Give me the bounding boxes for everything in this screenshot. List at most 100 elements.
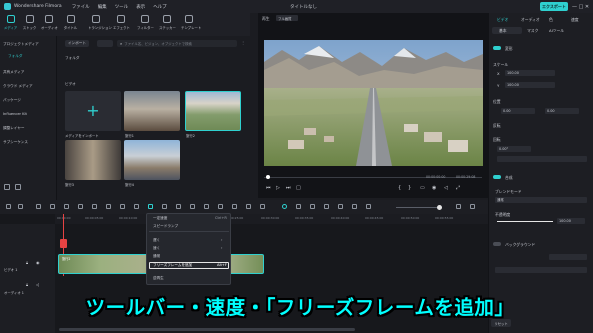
display-icon[interactable]: ▭ <box>420 185 425 191</box>
sidebar-item-adjustment-layer[interactable]: 調整レイヤー <box>3 124 55 132</box>
track-eye-icon[interactable]: ◉ <box>36 260 40 265</box>
voice-icon[interactable] <box>232 204 237 209</box>
scrubber-handle[interactable] <box>266 175 270 179</box>
mask-icon[interactable] <box>176 204 181 209</box>
zoom-slider[interactable] <box>396 207 442 208</box>
tool-media[interactable]: メディア <box>3 15 18 31</box>
sidebar-item-project-media[interactable]: プロジェクトメディア <box>3 40 55 48</box>
tab-speed[interactable]: 速度 <box>571 17 579 23</box>
subtab-basic[interactable]: 基本 <box>499 28 507 34</box>
play-icon[interactable]: ▷ <box>276 185 280 191</box>
sidebar-item-influencer-kit[interactable]: Influencer Kit <box>3 110 55 118</box>
tab-audio[interactable]: オーディオ <box>521 17 540 23</box>
audio-lock-icon[interactable]: 🔒︎ <box>26 282 28 287</box>
scale-y-input[interactable]: 100.00 <box>505 82 555 88</box>
audio-mute-icon[interactable]: ◁ <box>36 282 39 287</box>
quality-dropdown[interactable]: フル画質 <box>276 15 298 21</box>
playhead-marker[interactable] <box>60 239 67 248</box>
menu-view[interactable]: 表示 <box>136 4 145 10</box>
more-icon[interactable]: ⋮ <box>241 40 246 47</box>
audio-mix-icon[interactable] <box>352 204 357 209</box>
blend-mode-select[interactable]: 通常 <box>495 197 587 203</box>
tool-titles[interactable]: タイトル <box>63 15 78 31</box>
tool-templates[interactable]: テンプレート <box>181 15 201 31</box>
volume-icon[interactable]: ◁ <box>444 185 448 191</box>
menu-tools[interactable]: ツール <box>115 4 129 10</box>
delete-icon[interactable] <box>64 204 69 209</box>
sidebar-item-cloud-media[interactable]: クラウド メディア <box>3 82 55 90</box>
menu-item-constant-speed[interactable]: 一定速度 <box>153 216 167 221</box>
zoom-fit-icon[interactable] <box>456 204 461 209</box>
sidebar-item-subsequence[interactable]: サブシーケンス <box>3 138 55 146</box>
sidebar-item-folder[interactable]: フォルダ <box>8 52 60 60</box>
undo-icon[interactable] <box>36 204 41 209</box>
track-lock-icon[interactable]: 🔒︎ <box>26 260 28 265</box>
menu-item-speed-ramp[interactable]: スピードランプ <box>153 224 178 229</box>
video-preview-frame[interactable] <box>264 40 483 166</box>
speed-icon[interactable] <box>148 204 153 209</box>
import-folder-icon[interactable] <box>15 184 21 190</box>
split-icon[interactable] <box>78 204 83 209</box>
tool-effects[interactable]: エフェクト <box>113 15 130 31</box>
prev-frame-icon[interactable]: ⏮ <box>266 185 271 191</box>
compose-toggle[interactable] <box>493 175 501 179</box>
render-icon[interactable] <box>282 204 287 209</box>
menu-item-normal[interactable]: 通常 <box>153 254 160 259</box>
text-icon[interactable] <box>106 204 111 209</box>
redo-icon[interactable] <box>50 204 55 209</box>
grid-icon[interactable] <box>470 204 475 209</box>
timeline-ruler[interactable]: 00:00:00 00:00:05:00 00:00:10:00 00:00:1… <box>55 214 488 224</box>
flip-buttons[interactable] <box>497 156 587 162</box>
keyframe-icon[interactable] <box>190 204 195 209</box>
opacity-input[interactable]: 100.00 <box>557 218 585 224</box>
tool-audio[interactable]: オーディオ <box>41 15 58 31</box>
menu-item-freeze-frame[interactable]: フリーズフレームを追加 <box>153 263 192 268</box>
crop-zoom-icon[interactable] <box>120 204 125 209</box>
sidebar-item-shared-media[interactable]: 共有メディア <box>3 68 55 76</box>
mic-icon[interactable] <box>310 204 315 209</box>
tool-stock[interactable]: ストック <box>22 15 37 31</box>
opacity-slider[interactable] <box>497 221 553 222</box>
stabilize-icon[interactable] <box>218 204 223 209</box>
color-icon[interactable] <box>134 204 139 209</box>
media-thumb-travel1[interactable] <box>124 91 180 131</box>
rotate-input[interactable]: 0.00° <box>497 146 531 152</box>
menu-item-slow[interactable]: 遅く <box>153 238 160 243</box>
menu-help[interactable]: ヘルプ <box>153 4 167 10</box>
media-thumb-travel2[interactable] <box>185 91 241 131</box>
tool-transitions[interactable]: トランジション <box>88 15 112 31</box>
stop-icon[interactable]: □ <box>296 185 301 191</box>
media-thumb-travel3[interactable] <box>65 140 121 180</box>
export-button[interactable]: エクスポート <box>540 2 568 11</box>
ai-icon[interactable] <box>204 204 209 209</box>
menu-item-reverse[interactable]: 逆再生 <box>153 276 164 281</box>
sidebar-item-packages[interactable]: パッケージ <box>3 96 55 104</box>
import-button[interactable]: インポート <box>65 40 89 47</box>
next-frame-icon[interactable]: ⏭ <box>286 185 291 191</box>
menu-item-fast[interactable]: 速く <box>153 246 160 251</box>
window-controls[interactable]: — □ ✕ <box>572 4 589 10</box>
mark-in-icon[interactable]: { <box>398 185 401 191</box>
zoom-slider-handle[interactable] <box>437 205 442 210</box>
menu-file[interactable]: ファイル <box>72 4 90 10</box>
crop-icon[interactable] <box>92 204 97 209</box>
motion-icon[interactable] <box>338 204 343 209</box>
tool-stickers[interactable]: ステッカー <box>159 15 176 31</box>
transform-toggle[interactable] <box>493 46 501 50</box>
new-folder-icon[interactable] <box>4 184 10 190</box>
tl-more-icon[interactable] <box>162 204 167 209</box>
import-media-card[interactable]: + <box>65 91 121 131</box>
position-y-input[interactable]: 0.00 <box>545 108 579 114</box>
subtab-mask[interactable]: マスク <box>527 28 538 34</box>
tab-color[interactable]: 色 <box>549 17 553 23</box>
preview-scrubber[interactable] <box>264 177 482 178</box>
folder-dropdown[interactable] <box>97 40 113 47</box>
marker-icon[interactable] <box>296 204 301 209</box>
tool-filters[interactable]: フィルター <box>137 15 154 31</box>
detach-icon[interactable] <box>246 204 251 209</box>
search-input[interactable]: ⌕ ファイル名、ビジョン、オブジェクトで検索 <box>117 40 237 47</box>
timeline-scrollbar[interactable] <box>59 328 355 331</box>
background-toggle[interactable] <box>493 242 501 246</box>
position-x-input[interactable]: 0.00 <box>501 108 535 114</box>
background-slider[interactable] <box>495 267 587 273</box>
